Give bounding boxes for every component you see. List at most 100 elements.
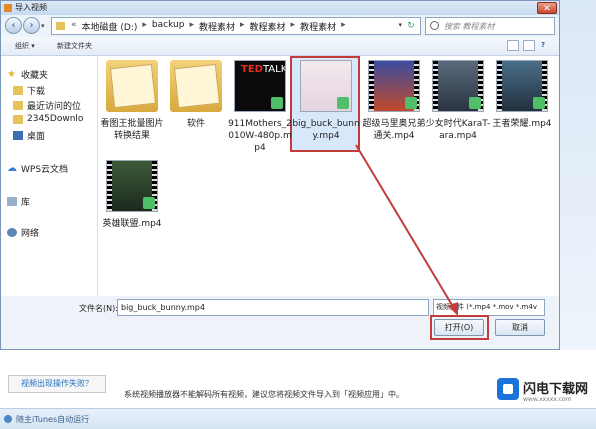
library-icon (7, 197, 17, 206)
sidebar-item-label: 桌面 (27, 132, 46, 142)
folder-icon (106, 60, 158, 112)
sidebar-item-label: 下载 (27, 87, 46, 97)
sidebar-item-label: 网络 (21, 229, 40, 239)
app-icon (4, 4, 12, 12)
sidebar-item-label: WPS云文档 (21, 165, 69, 175)
breadcrumb-separator: ▸ (239, 20, 245, 30)
navigation-pane: ★ 收藏夹 下载 最近访问的位 2345Downlo 桌面 ☁ WPS云文档 库 网… (1, 56, 98, 296)
file-name: big_buck_bunny.mp4 (292, 119, 360, 141)
breadcrumb-item[interactable]: 教程素材 (248, 20, 288, 33)
play-icon (533, 97, 545, 109)
file-name: 王者荣耀.mp4 (492, 119, 552, 129)
play-icon (143, 197, 155, 209)
breadcrumb-separator: « (71, 20, 77, 30)
import-video-dialog: 导入视频 ✕ ‹ › ▾ « 本地磁盘 (D:) ▸ backup ▸ 教程素材… (0, 0, 560, 350)
folder-icon (170, 60, 222, 112)
video-thumbnail-icon: TEDTALKS (234, 60, 286, 112)
sidebar-item-network[interactable]: 网络 (7, 226, 39, 239)
logo-name: 闪电下载网 (523, 382, 589, 397)
play-icon (337, 97, 349, 109)
file-name: 超级马里奥兄弟通关.mp4 (362, 119, 426, 141)
video-thumbnail-icon (300, 60, 352, 112)
open-button[interactable]: 打开(O) (434, 319, 484, 336)
address-bar[interactable]: « 本地磁盘 (D:) ▸ backup ▸ 教程素材 ▸ 教程素材 ▸ 教程素… (51, 17, 421, 35)
new-folder-button[interactable]: 新建文件夹 (57, 41, 92, 51)
play-icon (405, 97, 417, 109)
help-icon[interactable]: ? (541, 41, 545, 49)
site-logo: 闪电下载网 www.xxxxx.com (497, 376, 593, 408)
video-thumbnail-icon (432, 60, 484, 112)
refresh-icon[interactable]: ↻ (404, 20, 418, 32)
sidebar-item-label: 库 (21, 198, 31, 208)
address-dropdown-icon[interactable]: ▾ (398, 21, 402, 29)
cancel-button[interactable]: 取消 (495, 319, 545, 336)
filename-input[interactable]: big_buck_bunny.mp4 (117, 299, 429, 316)
filmstrip (107, 161, 112, 211)
filename-label: 文件名(N): (79, 304, 118, 313)
history-dropdown-icon[interactable]: ▾ (41, 22, 45, 30)
filmstrip (433, 61, 438, 111)
sidebar-item-wps[interactable]: ☁ WPS云文档 (7, 162, 69, 176)
sidebar-item-libraries[interactable]: 库 (7, 195, 30, 208)
thumbnail-text: TEDTALKS (241, 64, 285, 75)
hint-link[interactable]: 视频出现操作失败？ (8, 375, 106, 393)
breadcrumb-item[interactable]: 教程素材 (197, 20, 237, 33)
sidebar-item-label: 2345Downlo (27, 114, 84, 124)
sidebar-item-label: 最近访问的位 (27, 102, 82, 112)
play-icon (469, 97, 481, 109)
background-message: 系统视频播放器不能解码所有视频，建议您将视频文件导入到「视频应用」中。 (124, 390, 404, 399)
video-thumbnail-icon (368, 60, 420, 112)
preview-pane-icon[interactable] (523, 40, 535, 51)
search-input[interactable]: 搜索 教程素材 (425, 17, 555, 35)
status-icon (4, 415, 12, 423)
filetype-select[interactable]: 视频文件 (*.mp4 *.mov *.m4v (433, 299, 545, 316)
sidebar-item-2345downloads[interactable]: 2345Downlo (13, 114, 83, 124)
file-name: 少女时代KaraT-ara.mp4 (425, 119, 491, 141)
organize-button[interactable]: 组织 ▾ (15, 41, 35, 51)
file-name: 软件 (186, 119, 205, 129)
cloud-icon: ☁ (7, 163, 17, 174)
dialog-title: 导入视频 (15, 3, 47, 12)
breadcrumb-item[interactable]: 教程素材 (298, 20, 338, 33)
breadcrumb-separator: ▸ (290, 20, 296, 30)
status-footer: 随主iTunes自动运行 (0, 408, 596, 429)
logo-icon (497, 378, 519, 400)
dialog-titlebar[interactable]: 导入视频 ✕ (1, 1, 559, 15)
filmstrip (369, 61, 374, 111)
recent-icon (13, 101, 23, 110)
breadcrumb: « 本地磁盘 (D:) ▸ backup ▸ 教程素材 ▸ 教程素材 ▸ 教程素… (68, 20, 349, 33)
toolbar: 组织 ▾ 新建文件夹 ? (1, 37, 559, 56)
file-name: 英雄联盟.mp4 (102, 219, 162, 229)
folder-icon (13, 86, 23, 95)
search-placeholder: 搜索 教程素材 (444, 22, 495, 31)
close-button[interactable]: ✕ (537, 2, 557, 14)
navigation-bar: ‹ › ▾ « 本地磁盘 (D:) ▸ backup ▸ 教程素材 ▸ 教程素材… (1, 15, 559, 37)
folder-icon (13, 114, 23, 124)
desktop-icon (13, 131, 23, 140)
network-icon (7, 228, 17, 237)
sidebar-item-desktop[interactable]: 桌面 (13, 129, 45, 142)
logo-url: www.xxxxx.com (523, 396, 572, 403)
file-list: 看图王批量图片转换结果 软件 TEDTALKS 911Mothers_2010W… (98, 56, 559, 296)
star-icon: ★ (7, 69, 16, 80)
play-icon (271, 97, 283, 109)
filmstrip (497, 61, 502, 111)
breadcrumb-item[interactable]: 本地磁盘 (D:) (80, 20, 140, 33)
file-name: 911Mothers_2010W-480p.mp4 (228, 119, 292, 153)
breadcrumb-separator: ▸ (189, 20, 194, 30)
sidebar-item-favorites[interactable]: ★ 收藏夹 (7, 68, 49, 82)
view-options-icon[interactable] (507, 40, 519, 51)
video-thumbnail-icon (106, 160, 158, 212)
breadcrumb-separator: ▸ (142, 20, 147, 30)
sidebar-item-downloads[interactable]: 下载 (13, 84, 45, 97)
footer-text: 随主iTunes自动运行 (16, 415, 90, 424)
folder-icon (56, 22, 65, 30)
sidebar-item-label: 收藏夹 (21, 71, 49, 81)
background-panel (560, 0, 596, 350)
breadcrumb-item[interactable]: backup (150, 20, 187, 33)
back-button[interactable]: ‹ (5, 17, 22, 34)
breadcrumb-separator: ▸ (341, 20, 346, 30)
forward-button[interactable]: › (23, 17, 40, 34)
video-thumbnail-icon (496, 60, 548, 112)
sidebar-item-recent[interactable]: 最近访问的位 (13, 99, 81, 112)
